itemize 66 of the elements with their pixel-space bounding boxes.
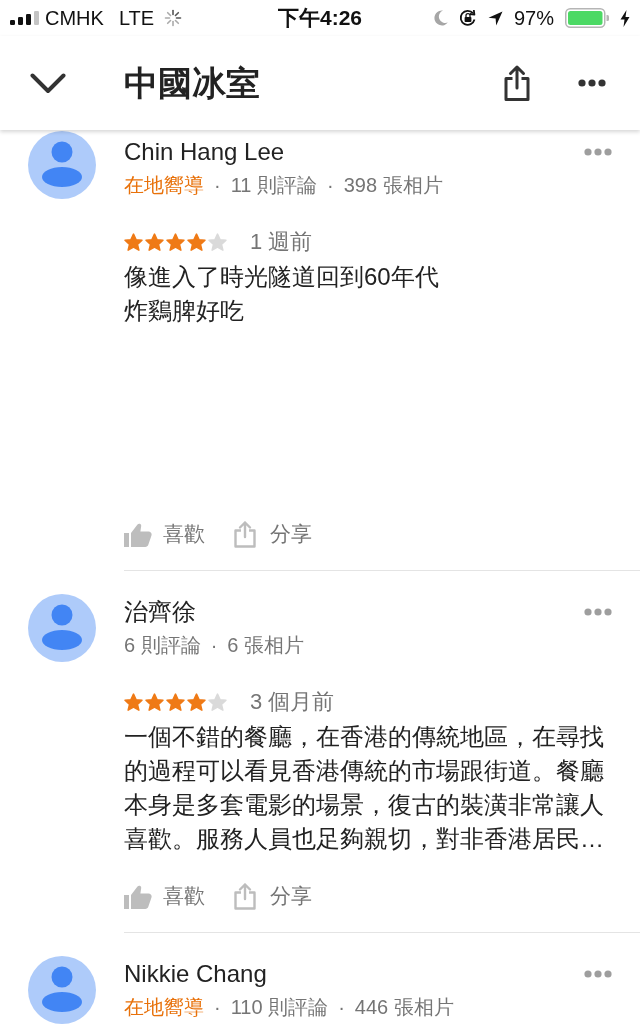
separator-dot: · [337,995,346,1020]
review-menu-button[interactable] [584,608,612,616]
carrier-name: CMHK [45,6,104,30]
star-icon [208,233,227,251]
reviewer-name[interactable]: 治齊徐 [124,597,196,627]
review-date: 1 週前 [250,228,313,256]
thumb-up-icon [124,521,152,547]
more-icon [584,608,612,616]
page-title: 中國冰室 [124,63,261,104]
reviewer-name[interactable]: Chin Hang Lee [124,137,285,167]
share-button[interactable] [503,64,531,102]
reviewer-stat: 446 張相片 [354,995,454,1020]
reviewer-stat: 6 張相片 [227,633,305,658]
more-icon [578,79,606,87]
star-icon [187,233,206,251]
review-text: 炸鷄脾好吃 [124,296,245,326]
network-type: LTE [118,6,155,30]
rotation-lock-icon [458,9,477,27]
share-icon [234,520,256,548]
collapse-button[interactable] [30,72,66,94]
person-avatar-icon [28,594,96,662]
separator-dot: · [326,173,335,198]
star-icon [124,233,143,251]
review-date: 3 個月前 [250,688,335,716]
battery-percentage: 97% [513,6,554,30]
location-arrow-icon [487,10,503,26]
more-icon [584,148,612,156]
chevron-down-icon [30,72,66,94]
share-review-button[interactable]: 分享 [234,520,312,548]
reviewer-stat: 110 則評論 [230,995,329,1020]
like-button[interactable]: 喜歡 [124,882,205,910]
star-icon [166,233,185,251]
signal-icon [10,11,40,25]
person-avatar-icon [28,131,96,199]
thumb-up-icon [124,883,152,909]
star-icon [145,233,164,251]
like-button[interactable]: 喜歡 [124,520,205,548]
status-time: 下午4:26 [278,5,362,31]
charging-bolt-icon [620,9,630,27]
separator-dot: · [213,173,222,198]
star-icon [208,693,227,711]
review-text: 像進入了時光隧道回到60年代 [124,262,440,292]
reviewer-name[interactable]: Nikkie Chang [124,959,267,989]
moon-icon [433,10,448,26]
more-options-button[interactable] [578,79,606,87]
share-icon [234,882,256,910]
separator-dot: · [213,995,222,1020]
local-guide-label: 在地嚮導 [124,995,204,1020]
star-icon [166,693,185,711]
battery-icon [565,8,609,28]
reviewer-stat: 398 張相片 [343,173,443,198]
more-icon [584,970,612,978]
review-menu-button[interactable] [584,148,612,156]
star-icon [124,693,143,711]
star-icon [187,693,206,711]
activity-spinner-icon [164,9,183,27]
share-icon [503,64,531,102]
person-avatar-icon [28,956,96,1024]
local-guide-label: 在地嚮導 [124,173,204,198]
separator-dot: · [209,633,219,658]
reviewer-stat: 11 則評論 [230,173,317,198]
reviewer-stat: 6 則評論 [124,633,201,658]
review-menu-button[interactable] [584,970,612,978]
star-icon [145,693,164,711]
share-review-button[interactable]: 分享 [234,882,312,910]
review-text: 一個不錯的餐廳，在香港的傳統地區，在尋找的過程可以看見香港傳統的市場跟街道。餐廳本身是多套電影的場景，復古的裝潢非常讓人喜歡。服務人員也足夠親切，對非香港居民… [124,722,605,854]
